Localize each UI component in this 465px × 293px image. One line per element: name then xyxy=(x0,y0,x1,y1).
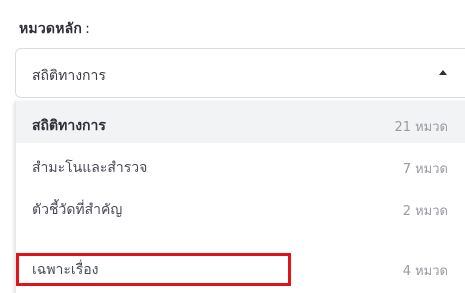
label-colon: : xyxy=(85,21,91,37)
option-label: สำมะโนและสำรวจ xyxy=(32,160,148,176)
label-text: หมวดหลัก xyxy=(19,21,83,37)
main-category-label: หมวดหลัก: xyxy=(19,18,90,40)
category-select-panel: หมวดหลัก: สถิติทางการ สถิติทางการ 21 หมว… xyxy=(0,0,465,293)
dropdown-menu: สถิติทางการ 21 หมวด สำมะโนและสำรวจ 7 หมว… xyxy=(15,101,465,293)
select-current-value: สถิติทางการ xyxy=(32,68,106,84)
option-count: 2 หมวด xyxy=(402,204,448,219)
dropdown-option-specific-topics[interactable]: เฉพาะเรื่อง 4 หมวด xyxy=(16,245,465,287)
option-label: เฉพาะเรื่อง xyxy=(32,262,99,278)
option-count: 21 หมวด xyxy=(394,120,448,135)
dropdown-option-official-statistics[interactable]: สถิติทางการ 21 หมวด xyxy=(16,101,465,143)
main-category-select[interactable]: สถิติทางการ xyxy=(15,48,465,98)
option-count: 4 หมวด xyxy=(402,264,448,279)
option-label: ตัวชี้วัดที่สำคัญ xyxy=(32,202,123,218)
dropdown-option-census-survey[interactable]: สำมะโนและสำรวจ 7 หมวด xyxy=(16,143,465,185)
option-count: 7 หมวด xyxy=(402,162,448,177)
dropdown-option-key-indicators[interactable]: ตัวชี้วัดที่สำคัญ 2 หมวด xyxy=(16,185,465,227)
caret-up-icon[interactable] xyxy=(439,70,447,75)
option-label: สถิติทางการ xyxy=(32,118,106,134)
